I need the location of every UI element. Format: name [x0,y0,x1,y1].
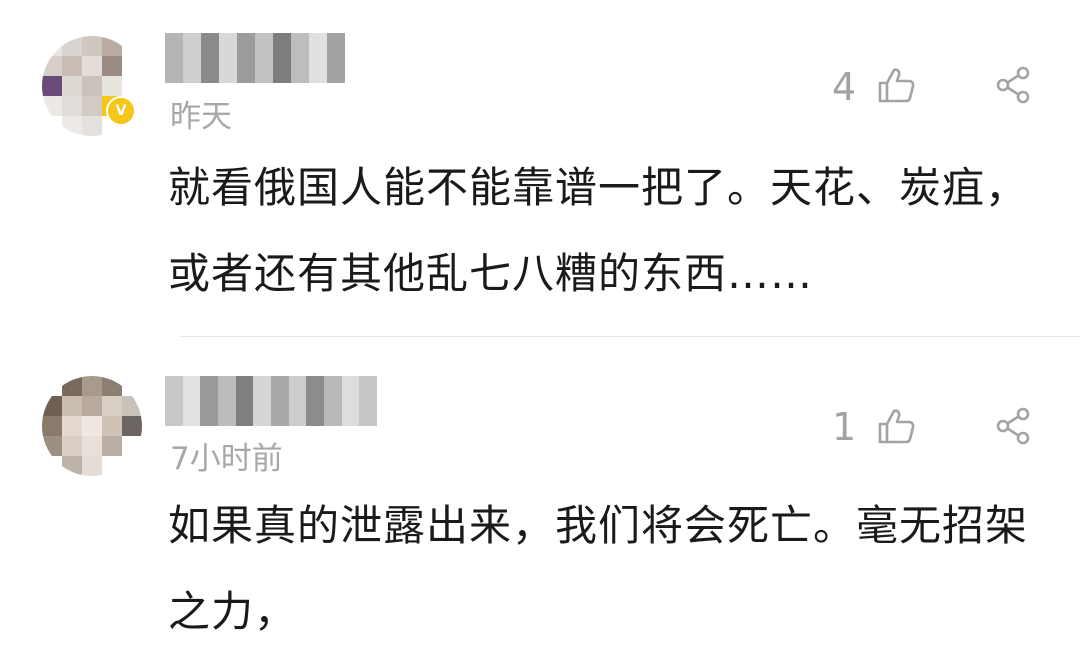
mosaic-cell [42,396,62,416]
mosaic-cell [82,436,102,456]
mosaic-cell [291,33,309,83]
mosaic-cell [62,416,82,436]
mosaic-cell [62,96,82,116]
mosaic-cell [102,56,122,76]
mosaic-cell [62,116,82,136]
mosaic-cell [165,376,183,426]
mosaic-cell [42,416,62,436]
mosaic-cell [327,33,345,83]
thumbs-up-outline-icon[interactable] [876,65,916,105]
mosaic-cell [82,456,102,476]
mosaic-cell [122,36,142,56]
mosaic-cell [102,396,122,416]
mosaic-cell [102,416,122,436]
comment-time: 昨天 [170,99,232,135]
mosaic-cell [82,36,102,56]
mosaic-cell [237,33,255,83]
mosaic-cell [42,36,62,56]
mosaic-cell [273,33,291,83]
mosaic-cell [62,36,82,56]
divider [180,336,1080,337]
mosaic-cell [271,376,289,426]
mosaic-cell [359,376,378,426]
mosaic-cell [288,376,307,426]
mosaic-cell [42,56,62,76]
mosaic-cell [82,396,102,416]
mosaic-cell [253,376,272,426]
mosaic-cell [165,33,183,83]
comment-text: 就看俄国人能不能靠谱一把了。天花、炭疽，或者还有其他乱七八糟的东西…… [168,163,1029,298]
mosaic-cell [62,436,82,456]
mosaic-cell [62,76,82,96]
mosaic-cell [341,376,360,426]
mosaic-cell [102,456,122,476]
share-icon[interactable] [994,65,1034,105]
mosaic-cell [324,376,342,426]
avatar-mosaic [42,376,142,476]
mosaic-cell [82,56,102,76]
mosaic-cell [82,416,102,436]
mosaic-cell [42,456,62,476]
mosaic-cell [218,376,236,426]
mosaic-cell [200,376,219,426]
mosaic-cell [42,96,62,116]
username-blurred[interactable] [165,33,345,83]
mosaic-cell [42,116,62,136]
mosaic-cell [183,33,201,83]
comment-item: V 昨天 4 就看俄国人能不能靠谱一把了。天花、炭疽，或者还有其他乱七八糟的东西… [0,0,1080,338]
mosaic-cell [82,376,102,396]
mosaic-cell [42,376,62,396]
mosaic-cell [122,456,142,476]
mosaic-cell [309,33,327,83]
share-icon[interactable] [994,406,1034,446]
mosaic-cell [122,76,142,96]
mosaic-cell [82,76,102,96]
mosaic-cell [82,96,102,116]
like-count: 1 [832,405,857,449]
mosaic-cell [62,376,82,396]
mosaic-cell [102,436,122,456]
comment-item: 7小时前 1 如果真的泄露出来，我们将会死亡。毫无招架之力， [0,338,1080,655]
mosaic-cell [122,376,142,396]
mosaic-cell [42,76,62,96]
mosaic-cell [219,33,237,83]
mosaic-cell [122,396,142,416]
mosaic-cell [306,376,325,426]
mosaic-cell [82,116,102,136]
comment-time: 7小时前 [170,441,283,477]
mosaic-cell [255,33,273,83]
comment-text: 如果真的泄露出来，我们将会死亡。毫无招架之力， [168,501,1029,636]
mosaic-cell [62,456,82,476]
mosaic-cell [42,436,62,456]
mosaic-cell [62,56,82,76]
mosaic-cell [62,396,82,416]
like-count: 4 [832,65,857,109]
thumbs-up-outline-icon[interactable] [876,406,916,446]
username-blurred[interactable] [165,376,378,426]
mosaic-cell [122,416,142,436]
mosaic-cell [122,56,142,76]
mosaic-cell [182,376,201,426]
mosaic-cell [102,76,122,96]
avatar[interactable] [42,376,142,476]
mosaic-cell [201,33,219,83]
verified-badge: V [106,96,136,126]
mosaic-cell [102,376,122,396]
mosaic-cell [102,36,122,56]
mosaic-cell [235,376,254,426]
mosaic-cell [122,436,142,456]
